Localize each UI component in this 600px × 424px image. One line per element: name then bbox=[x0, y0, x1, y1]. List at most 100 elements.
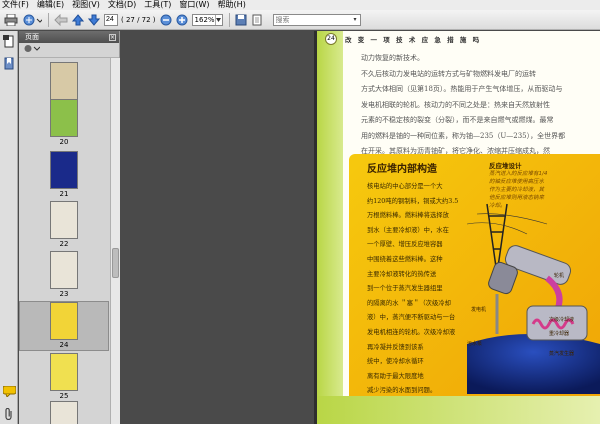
panel-scrollbar[interactable] bbox=[110, 58, 120, 424]
prev-page-icon[interactable] bbox=[72, 12, 84, 28]
thumbnail-image bbox=[50, 99, 78, 137]
page-thumbnail[interactable]: 24 bbox=[19, 301, 109, 351]
thumbnail-image bbox=[50, 151, 78, 189]
zoom-select[interactable]: 162% bbox=[191, 13, 223, 26]
box-text-line: 离有助于最大限度地 bbox=[367, 372, 424, 380]
box-text-line: 到一个位于蒸汽发生器组里 bbox=[367, 285, 443, 293]
thumbnail-image bbox=[50, 401, 78, 424]
options-icon[interactable] bbox=[24, 44, 41, 56]
page-number-input[interactable] bbox=[104, 13, 118, 26]
thumbnail-label: 25 bbox=[59, 392, 69, 400]
panel-title: 页面 bbox=[25, 33, 39, 41]
chevron-down-icon[interactable] bbox=[214, 14, 222, 25]
menu-bar: 文件(F) 编辑(E) 视图(V) 文档(D) 工具(T) 窗口(W) 帮助(H… bbox=[0, 0, 600, 10]
page-number-badge: 24 bbox=[325, 33, 337, 45]
search-input[interactable] bbox=[273, 14, 354, 25]
intro-text: 动力恢复的新技术。不久后核动力发电站的运转方式与矿物燃料发电厂的运转方式大体相同… bbox=[361, 51, 591, 160]
menu-edit[interactable]: 编辑(E) bbox=[37, 0, 64, 10]
pump-label: 污水泵 bbox=[467, 341, 483, 347]
chevron-down-icon[interactable]: ▾ bbox=[354, 16, 360, 23]
box-text-line: 再冷凝并反馈到该系 bbox=[367, 343, 424, 351]
document-page: 24 改 变 一 项 技 术 应 急 措 施 吗 动力恢复的新技术。不久后核动力… bbox=[317, 31, 600, 424]
box-text-line: 统中，使冷却水循环 bbox=[367, 358, 424, 366]
bookmarks-icon[interactable] bbox=[3, 57, 15, 73]
page-header: 24 改 变 一 项 技 术 应 急 措 施 吗 bbox=[325, 31, 481, 47]
text-line: 发电机相联的轮机。核动力的不同之处是：热来自天然放射性 bbox=[361, 100, 550, 109]
zoom-in-icon[interactable] bbox=[176, 12, 188, 28]
page-side-band bbox=[317, 31, 343, 424]
thumbnail-label: 23 bbox=[59, 290, 69, 298]
caption-line: 蒸汽进入的反应堆有1/4 bbox=[489, 171, 548, 177]
thumbnail-label: 24 bbox=[59, 341, 69, 349]
page-thumbnail[interactable]: 23 bbox=[19, 251, 109, 299]
menu-document[interactable]: 文档(D) bbox=[108, 0, 136, 10]
box-text-line: 液）中，蒸汽便不断驱动与一台 bbox=[367, 314, 456, 322]
thumbnail-image bbox=[50, 62, 78, 100]
page-count: ( 27 / 72 ) bbox=[121, 15, 156, 24]
box-text: 核电站的中心部分是一个大约120吨的钢制料，铜或大约3.5 万根燃料棒。燃料棒将选… bbox=[367, 180, 475, 399]
steam-generator-label: 蒸汽发生器 bbox=[549, 351, 575, 357]
thumbnail-list: 19202122232425 bbox=[19, 58, 109, 424]
next-page-icon[interactable] bbox=[88, 12, 100, 28]
zoom-value: 162% bbox=[194, 15, 215, 24]
box-text-line: 中围绕着这些燃料棒。这种 bbox=[367, 255, 443, 263]
thumbnail-label: 22 bbox=[59, 240, 69, 248]
reactor-box: 反应堆内部构造 核电站的中心部分是一个大约120吨的钢制料，铜或大约3.5 万根燃… bbox=[349, 154, 600, 396]
page-thumbnail[interactable] bbox=[19, 401, 109, 424]
search-box[interactable]: ▾ bbox=[272, 13, 361, 26]
thumbnail-label: 21 bbox=[59, 190, 69, 198]
caption-line: 的铀反应堆使用高压水 bbox=[489, 179, 545, 185]
text-line: 元素的不稳定核的裂变（分裂），而不是来自燃气或燃煤。最常 bbox=[361, 116, 554, 124]
toolbar-divider bbox=[228, 12, 230, 27]
box-text-line: 的隔离的水 ＂塞＂（次级冷却 bbox=[367, 299, 451, 307]
toolbar: ( 27 / 72 ) 162% ▾ bbox=[0, 10, 600, 30]
zoom-out-icon[interactable] bbox=[160, 12, 172, 28]
menu-tools[interactable]: 工具(T) bbox=[144, 0, 171, 10]
page-thumbnail[interactable]: 21 bbox=[19, 151, 109, 199]
menu-window[interactable]: 窗口(W) bbox=[179, 0, 209, 10]
box-text-line: 主要冷却液转化的热传送 bbox=[367, 270, 437, 278]
attachment-icon[interactable] bbox=[4, 407, 14, 423]
box-text-line: 到水（主要冷却液）中，水在 bbox=[367, 226, 449, 234]
page-thumbnail[interactable]: 22 bbox=[19, 201, 109, 249]
menu-file[interactable]: 文件(F) bbox=[2, 0, 29, 10]
thumbnail-image bbox=[50, 353, 78, 391]
email-icon[interactable] bbox=[22, 12, 42, 28]
generator-label: 发电机 bbox=[471, 307, 487, 313]
panel-header: 页面 × bbox=[19, 31, 119, 43]
thumbnail-image bbox=[50, 251, 78, 289]
thumbnail-image bbox=[50, 201, 78, 239]
document-area: 24 改 变 一 项 技 术 应 急 措 施 吗 动力恢复的新技术。不久后核动力… bbox=[121, 31, 600, 424]
navigation-bar bbox=[0, 31, 18, 424]
scroll-thumb[interactable] bbox=[112, 248, 119, 278]
comment-icon[interactable] bbox=[2, 385, 17, 400]
box-text-line: 万根燃料棒。燃料棒将选择放 bbox=[367, 212, 449, 220]
text-line: 不久后核动力发电站的运转方式与矿物燃料发电厂的运转 bbox=[361, 69, 536, 78]
box-text-line: 一个厚壁、增压反应堆容器 bbox=[367, 241, 443, 249]
box-text-line: 核电站的中心部分是一个大 bbox=[367, 183, 443, 190]
secondary-coolant-label: 次级冷却液 bbox=[549, 317, 575, 323]
box-text-line: 约120吨的钢制料，铜或大约3.5 bbox=[367, 197, 459, 205]
box-title: 反应堆内部构造 bbox=[367, 164, 437, 175]
close-icon[interactable]: × bbox=[109, 33, 116, 41]
text-line: 方式大体相同（见第18页）。热能用于产生气体增压，从而驱动与 bbox=[361, 85, 563, 93]
print-icon[interactable] bbox=[4, 12, 18, 28]
save-icon[interactable] bbox=[235, 12, 247, 28]
box-text-line: 发电机相连的轮机。次级冷却液 bbox=[367, 328, 456, 336]
pages-icon[interactable] bbox=[3, 35, 15, 51]
options-row bbox=[19, 43, 119, 58]
toolbar-divider bbox=[48, 12, 49, 27]
back-icon[interactable] bbox=[54, 12, 68, 28]
thumbnail-label: 20 bbox=[59, 138, 69, 146]
pages-panel: 页面 × 19202122232425 bbox=[19, 31, 120, 424]
text-line: 动力恢复的新技术。 bbox=[361, 54, 424, 62]
page-thumbnail[interactable]: 20 bbox=[19, 99, 109, 147]
fit-page-icon[interactable] bbox=[251, 12, 263, 28]
page-thumbnail[interactable]: 25 bbox=[19, 353, 109, 401]
caption-title: 反应堆设计 bbox=[489, 162, 522, 170]
menu-help[interactable]: 帮助(H) bbox=[218, 0, 246, 10]
turbine-label: 轮机 bbox=[554, 273, 565, 279]
menu-view[interactable]: 视图(V) bbox=[72, 0, 100, 10]
text-line: 用的燃料是铀的一种同位素，称为铀—235（U—235），全世界都 bbox=[361, 131, 566, 140]
condenser-label: 重冷却器 bbox=[549, 331, 570, 337]
